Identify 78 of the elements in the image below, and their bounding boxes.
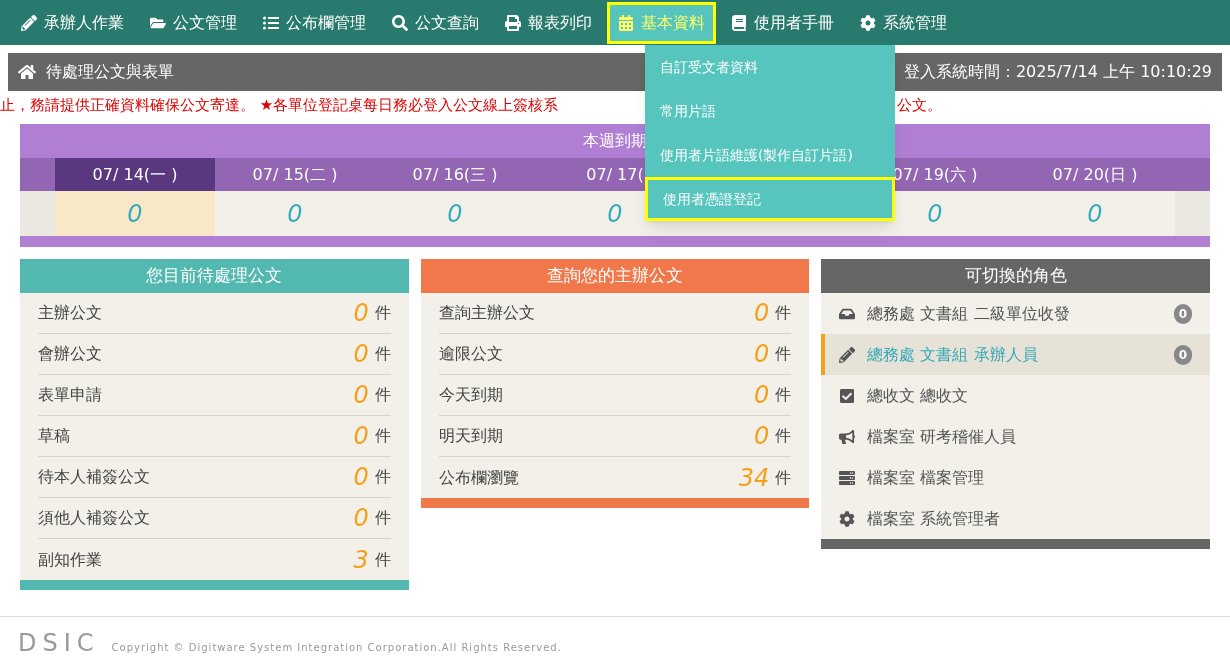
unit-label: 件 xyxy=(775,343,792,365)
count: 0 xyxy=(754,342,770,366)
unit-label: 件 xyxy=(775,302,792,324)
nav-tab[interactable]: 公布欄管理 xyxy=(252,1,377,44)
count: 3 xyxy=(353,547,369,572)
list-icon xyxy=(263,14,279,31)
role-item[interactable]: 總務處 文書組 承辦人員 0 xyxy=(821,334,1210,375)
row-label[interactable]: 今天到期 xyxy=(438,383,755,407)
row-label[interactable]: 待本人補簽公文 xyxy=(38,465,354,489)
day-header: 07/ 16(三 ) xyxy=(411,163,499,186)
day-header: 07/ 15(二 ) xyxy=(251,163,339,186)
row-label[interactable]: 表單申請 xyxy=(38,383,354,407)
day-header: 07/ 17( xyxy=(585,163,645,186)
search-icon xyxy=(392,14,408,31)
unit-label: 件 xyxy=(775,384,792,406)
unit-label: 件 xyxy=(775,425,792,447)
day-header: 07/ 20(日 ) xyxy=(1051,163,1139,186)
count: 0 xyxy=(353,342,369,366)
row-label[interactable]: 主辦公文 xyxy=(38,301,354,325)
panel-header: 可切換的角色 xyxy=(821,259,1210,293)
company-logo: DSIC xyxy=(18,631,100,655)
day-header: 07/ 14(一 ) xyxy=(55,158,215,191)
page-title: 待處理公文與表單 xyxy=(46,61,174,83)
notice-text: 公文。 xyxy=(897,94,942,116)
count: 34 xyxy=(738,465,770,490)
unit-label: 件 xyxy=(374,548,391,571)
home-icon xyxy=(18,63,36,81)
count-badge: 0 xyxy=(1174,303,1192,324)
row-label[interactable]: 會辦公文 xyxy=(38,342,354,366)
nav-tab[interactable]: 報表列印 xyxy=(494,1,603,44)
unit-label: 件 xyxy=(374,425,391,447)
row-label[interactable]: 逾限公文 xyxy=(438,342,755,366)
count: 0 xyxy=(754,424,770,448)
count-badge: 0 xyxy=(1174,344,1192,365)
server-icon xyxy=(839,469,856,486)
role-item[interactable]: 總收文 總收文 xyxy=(821,375,1210,416)
count: 0 xyxy=(754,383,770,407)
nav-tab[interactable]: 公文管理 xyxy=(139,1,248,44)
megaphone-icon xyxy=(839,428,856,445)
unit-label: 件 xyxy=(775,466,792,489)
unit-label: 件 xyxy=(374,302,391,324)
settings-icon xyxy=(860,14,876,31)
count: 0 xyxy=(353,301,369,325)
nav-tab[interactable]: 公文查詢 xyxy=(381,1,490,44)
role-item[interactable]: 檔案室 研考稽催人員 xyxy=(821,416,1210,457)
copyright-text: Copyright © Digitware System Integration Corporation.All Rights Reserved. xyxy=(111,641,562,655)
row-label[interactable]: 明天到期 xyxy=(438,424,755,448)
calendar-icon xyxy=(618,14,634,31)
role-item[interactable]: 檔案室 檔案管理 xyxy=(821,457,1210,498)
count: 0 xyxy=(353,383,369,407)
login-time: 登入系統時間：2025/7/14 上午 10:10:29 xyxy=(903,61,1212,83)
row-label[interactable]: 副知作業 xyxy=(38,547,354,572)
settings-icon xyxy=(839,510,856,527)
row-label[interactable]: 公布欄瀏覽 xyxy=(438,465,739,490)
pencil-icon xyxy=(839,346,856,363)
checkbox-icon xyxy=(839,387,856,404)
book-icon xyxy=(731,14,747,31)
unit-label: 件 xyxy=(374,343,391,365)
row-label[interactable]: 查詢主辦公文 xyxy=(438,301,755,325)
unit-label: 件 xyxy=(374,466,391,488)
row-label[interactable]: 須他人補簽公文 xyxy=(38,506,354,530)
nav-tab[interactable]: 使用者手冊 xyxy=(720,1,845,44)
notice-text: 止，務請提供正確資料確保公文寄達。 ★各單位登記桌每日務必登入公文線上簽核系 xyxy=(0,94,559,116)
count: 0 xyxy=(353,424,369,448)
count: 0 xyxy=(754,301,770,325)
unit-label: 件 xyxy=(374,384,391,406)
panel-header: 您目前待處理公文 xyxy=(20,259,409,293)
role-item[interactable]: 檔案室 系統管理者 xyxy=(821,498,1210,539)
nav-tab[interactable]: 系統管理 xyxy=(849,1,958,44)
printer-icon xyxy=(505,14,521,31)
count: 0 xyxy=(353,506,369,530)
unit-label: 件 xyxy=(374,507,391,529)
pencil-icon xyxy=(21,14,37,31)
panel-header: 查詢您的主辦公文 xyxy=(420,259,810,293)
role-item[interactable]: 總務處 文書組 二級單位收發 0 xyxy=(821,293,1210,334)
count: 0 xyxy=(353,465,369,489)
row-label[interactable]: 草稿 xyxy=(38,424,354,448)
nav-tab[interactable]: 承辦人作業 xyxy=(10,1,135,44)
